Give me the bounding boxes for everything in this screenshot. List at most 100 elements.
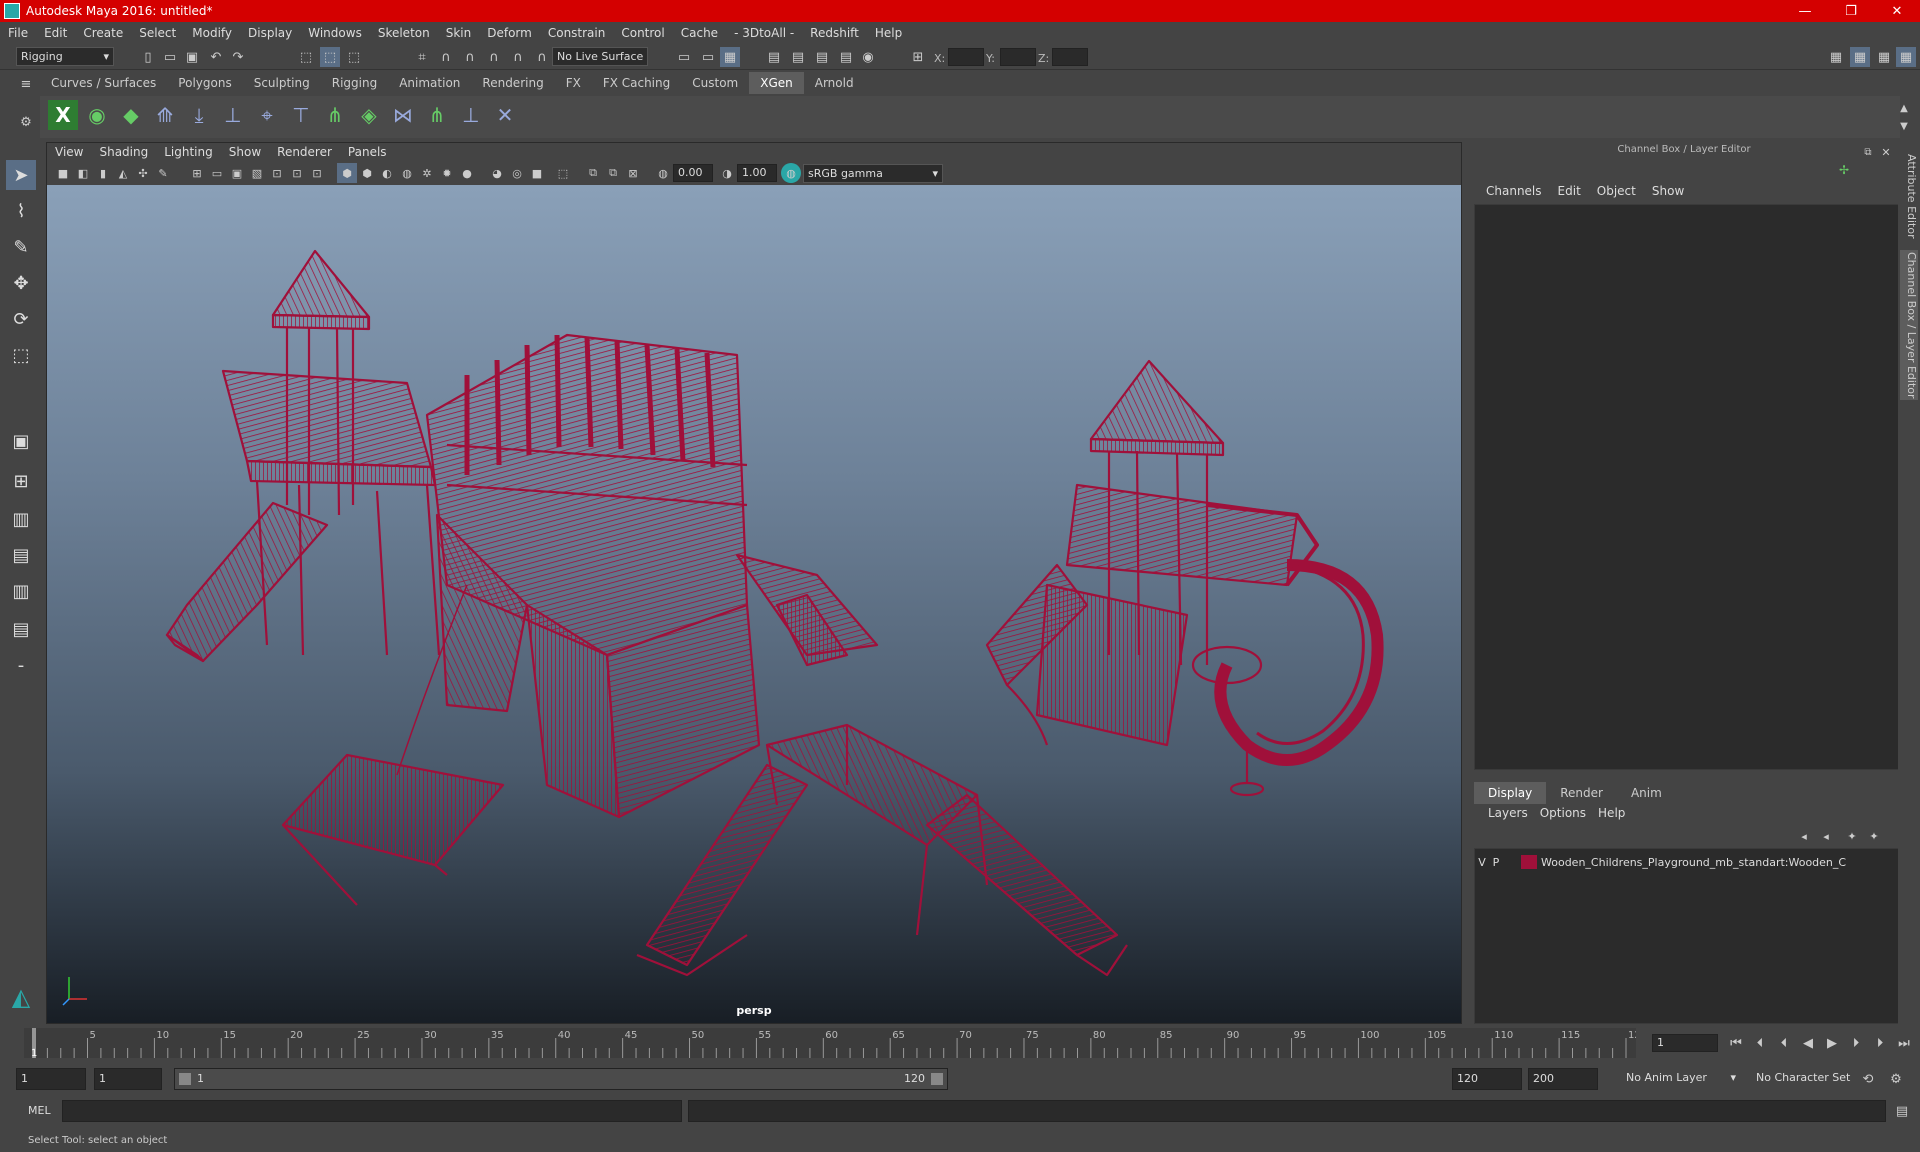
current-frame-field[interactable]: 1 — [1652, 1034, 1718, 1052]
viewport-menu-panels[interactable]: Panels — [340, 143, 395, 161]
float-panel-icon[interactable]: ⧉ — [1858, 142, 1878, 162]
select-hierarchy-icon[interactable]: ⬚ — [296, 47, 316, 67]
animation-end-field[interactable]: 200 — [1528, 1068, 1598, 1090]
xgen-guides-icon[interactable]: ⟰ — [150, 100, 180, 130]
gamma-field[interactable]: 1.00 — [737, 164, 777, 182]
command-language-label[interactable]: MEL — [28, 1104, 51, 1117]
grid-toggle-icon[interactable]: ⊞ — [187, 163, 207, 183]
menu-deform[interactable]: Deform — [479, 26, 540, 40]
graph-layout-icon[interactable]: ▤ — [6, 540, 36, 570]
film-gate-icon[interactable]: ▭ — [207, 163, 227, 183]
hypershade-layout-icon[interactable]: ▤ — [6, 614, 36, 644]
xgen-add-guide-icon[interactable]: ⤓ — [184, 100, 214, 130]
menu-select[interactable]: Select — [131, 26, 184, 40]
textured-icon[interactable]: ◍ — [397, 163, 417, 183]
playback-start-field[interactable]: 1 — [94, 1068, 162, 1090]
camera-select-icon[interactable]: ■ — [53, 163, 73, 183]
menu-control[interactable]: Control — [613, 26, 672, 40]
shelf-tab-fx-caching[interactable]: FX Caching — [592, 72, 681, 94]
live-surface-field[interactable]: No Live Surface — [552, 47, 648, 66]
scale-tool-icon[interactable]: ⬚ — [6, 340, 36, 370]
viewport-menu-view[interactable]: View — [47, 143, 91, 161]
xgen-cut-icon[interactable]: ⊥ — [456, 100, 486, 130]
shelf-tab-rendering[interactable]: Rendering — [471, 72, 554, 94]
cb-menu-show[interactable]: Show — [1644, 184, 1692, 198]
layer-color-swatch[interactable] — [1521, 855, 1537, 869]
shelf-tab-sculpting[interactable]: Sculpting — [243, 72, 321, 94]
shelf-tab-fx[interactable]: FX — [555, 72, 592, 94]
input-ops-icon[interactable]: ▭ — [674, 47, 694, 67]
layer-menu-options[interactable]: Options — [1534, 806, 1592, 820]
outliner-layout-icon[interactable]: ▥ — [6, 504, 36, 534]
side-tab-channel-box[interactable]: Channel Box / Layer Editor — [1900, 250, 1918, 400]
xray-joints-icon[interactable]: ⊠ — [623, 163, 643, 183]
step-back-frame-icon[interactable]: ⏴ — [1774, 1034, 1794, 1052]
render-settings-icon[interactable]: ▤ — [812, 47, 832, 67]
channel-box-area[interactable] — [1474, 204, 1900, 770]
undo-icon[interactable]: ↶ — [206, 47, 226, 67]
viewport-3d[interactable]: persp — [47, 185, 1461, 1023]
shelf-tab-arnold[interactable]: Arnold — [804, 72, 865, 94]
paint-select-tool-icon[interactable]: ✎ — [6, 232, 36, 262]
step-forward-frame-icon[interactable]: ⏵ — [1846, 1034, 1866, 1052]
exposure-field[interactable]: 0.00 — [673, 164, 713, 182]
z-field[interactable] — [1052, 48, 1088, 66]
shelf-tab-rigging[interactable]: Rigging — [321, 72, 388, 94]
xgen-sculpt-icon[interactable]: ⋈ — [388, 100, 418, 130]
shelf-scroll-down-icon[interactable]: ▼ — [1894, 116, 1914, 136]
menu-edit[interactable]: Edit — [36, 26, 75, 40]
snap-grid-icon[interactable]: ⌗ — [412, 47, 432, 67]
channel-box-toggle-icon[interactable]: ▦ — [1896, 47, 1916, 67]
outliner-persp-layout-icon[interactable]: ▥ — [6, 576, 36, 606]
wireframe-on-shaded-icon[interactable]: ◐ — [377, 163, 397, 183]
menu-3dtoall[interactable]: - 3DtoAll - — [726, 26, 802, 40]
layer-tab-render[interactable]: Render — [1546, 782, 1617, 804]
exposure-icon[interactable]: ◍ — [653, 163, 673, 183]
shelf-scroll-up-icon[interactable]: ▲ — [1894, 98, 1914, 118]
tool-settings-icon[interactable]: ▦ — [1874, 47, 1894, 67]
menu-skin[interactable]: Skin — [438, 26, 480, 40]
time-ruler[interactable]: 5 10 15 20 25 30 35 40 45 50 55 60 65 70 75 80 85 90 95 100… — [24, 1028, 1647, 1059]
xgen-delete-icon[interactable]: ✕ — [490, 100, 520, 130]
menu-create[interactable]: Create — [75, 26, 131, 40]
xgen-brush-icon[interactable]: ⋔ — [422, 100, 452, 130]
close-panel-icon[interactable]: ✕ — [1876, 142, 1896, 162]
new-layer-icon[interactable]: ✦ — [1842, 826, 1862, 846]
layer-visibility-toggle[interactable]: V — [1475, 856, 1489, 869]
four-view-layout-icon[interactable]: ⊞ — [6, 466, 36, 496]
cb-menu-channels[interactable]: Channels — [1478, 184, 1550, 198]
render-frame-icon[interactable]: ▤ — [764, 47, 784, 67]
play-backward-icon[interactable]: ◀ — [1798, 1034, 1818, 1052]
anti-aliasing-icon[interactable]: ◎ — [507, 163, 527, 183]
camera-attributes-icon[interactable]: ◧ — [73, 163, 93, 183]
viewport-menu-renderer[interactable]: Renderer — [269, 143, 340, 161]
select-component-icon[interactable]: ⬚ — [344, 47, 364, 67]
shelf-menu-icon[interactable]: ≡ — [16, 74, 36, 94]
menu-file[interactable]: File — [0, 26, 36, 40]
xray-icon[interactable]: ⧉ — [583, 163, 603, 183]
layer-menu-help[interactable]: Help — [1592, 806, 1631, 820]
xgen-place-guide-icon[interactable]: ⊥ — [218, 100, 248, 130]
layer-tab-anim[interactable]: Anim — [1617, 782, 1676, 804]
redo-icon[interactable]: ↷ — [228, 47, 248, 67]
field-chart-icon[interactable]: ⊡ — [267, 163, 287, 183]
safe-title-icon[interactable]: ⊡ — [307, 163, 327, 183]
menu-help[interactable]: Help — [867, 26, 910, 40]
go-to-start-icon[interactable]: ⏮ — [1726, 1034, 1746, 1052]
viewport-menu-show[interactable]: Show — [221, 143, 269, 161]
layer-row[interactable]: V P Wooden_Childrens_Playground_mb_stand… — [1475, 853, 1899, 871]
layer-menu-layers[interactable]: Layers — [1482, 806, 1534, 820]
menu-modify[interactable]: Modify — [184, 26, 240, 40]
move-tool-icon[interactable]: ✥ — [6, 268, 36, 298]
shelf-tab-custom[interactable]: Custom — [681, 72, 749, 94]
channel-box-option-icon[interactable]: ✢ — [1834, 160, 1854, 180]
layout-extra-icon[interactable]: - — [6, 650, 36, 680]
resolution-gate-icon[interactable]: ▣ — [227, 163, 247, 183]
color-management-icon[interactable]: ◍ — [781, 163, 801, 183]
animation-preferences-icon[interactable]: ⚙ — [1886, 1069, 1906, 1089]
layer-tab-display[interactable]: Display — [1474, 782, 1547, 804]
maximize-button[interactable]: ❐ — [1828, 4, 1874, 19]
render-view-icon[interactable]: ◉ — [858, 47, 878, 67]
snap-edge-icon[interactable]: ∩ — [532, 47, 552, 67]
xray-active-icon[interactable]: ⧉ — [603, 163, 623, 183]
